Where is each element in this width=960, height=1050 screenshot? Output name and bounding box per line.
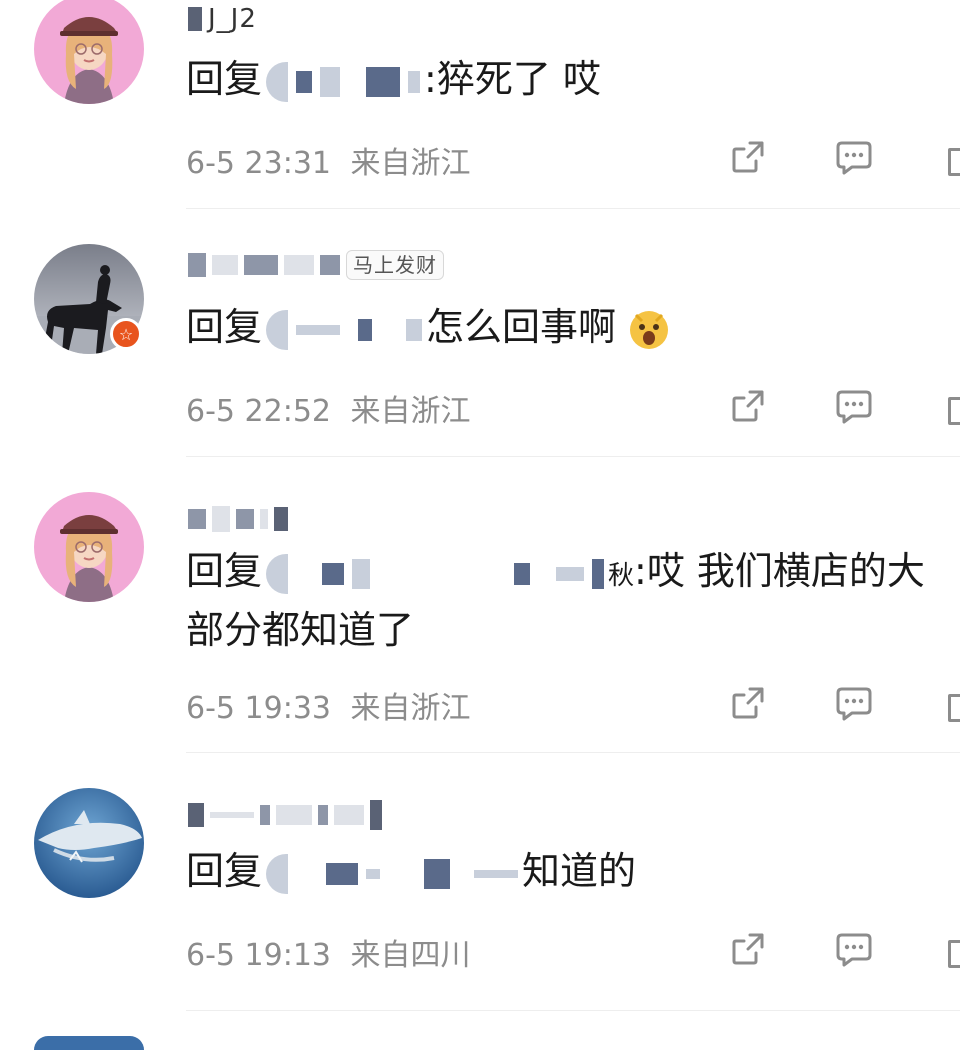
reply-prefix: 回复 — [186, 849, 263, 893]
comment-icon[interactable] — [834, 683, 874, 723]
avatar[interactable] — [34, 492, 144, 602]
share-icon[interactable] — [728, 929, 768, 969]
like-icon[interactable] — [948, 397, 960, 425]
comment-meta: 6-5 22:52 来自浙江 — [186, 386, 471, 430]
comment-time: 6-5 19:33 — [186, 691, 331, 726]
divider — [186, 208, 960, 209]
divider — [186, 752, 960, 753]
comment-location: 来自浙江 — [350, 146, 471, 181]
reply-text: 知道的 — [522, 849, 637, 893]
avatar[interactable] — [34, 1036, 144, 1050]
avatar-girl-image — [34, 492, 144, 602]
username-text: J_J2 — [208, 4, 257, 34]
comment-meta: 6-5 23:31 来自浙江 — [186, 138, 471, 182]
comment-time: 6-5 23:31 — [186, 146, 331, 181]
reply-text-continued: 部分都知道了 — [186, 608, 415, 652]
comment-text: 回复 知道的 — [186, 844, 960, 898]
share-icon[interactable] — [728, 683, 768, 723]
username[interactable] — [188, 800, 382, 830]
comment-meta: 6-5 19:13 来自四川 — [186, 930, 471, 974]
comment-icon[interactable] — [834, 386, 874, 426]
divider — [186, 1010, 960, 1011]
comment-text: 回复 怎么回事啊 — [186, 300, 960, 354]
comment-icon[interactable] — [834, 929, 874, 969]
comment-meta: 6-5 19:33 来自浙江 — [186, 683, 471, 727]
reply-name-fragment: 秋 — [608, 561, 635, 591]
comment-text: 回复 秋:哎 我们横店的大 部分都知道了 — [186, 544, 960, 657]
comment-actions — [728, 386, 874, 426]
user-tag: 马上发财 — [346, 250, 444, 280]
avatar[interactable] — [34, 788, 144, 898]
share-icon[interactable] — [728, 137, 768, 177]
reply-text: 怎么回事啊 — [426, 305, 617, 349]
like-icon[interactable] — [948, 940, 960, 968]
verified-badge-icon: ☆ — [110, 318, 142, 350]
comment-location: 来自浙江 — [350, 394, 471, 429]
comment-actions — [728, 683, 874, 723]
avatar-girl-image — [34, 0, 144, 104]
share-icon[interactable] — [728, 386, 768, 426]
username[interactable]: 马上发财 — [188, 250, 444, 280]
comment-location: 来自四川 — [350, 938, 471, 973]
comment-location: 来自浙江 — [350, 691, 471, 726]
comment-text: 回复 :猝死了 哎 — [186, 52, 960, 106]
divider — [186, 456, 960, 457]
comment-icon[interactable] — [834, 137, 874, 177]
username[interactable] — [188, 506, 288, 532]
avatar[interactable] — [34, 0, 144, 104]
reply-text: :猝死了 哎 — [424, 57, 601, 101]
reply-prefix: 回复 — [186, 305, 263, 349]
comment-actions — [728, 137, 874, 177]
comment-time: 6-5 19:13 — [186, 938, 331, 973]
reply-text: :哎 我们横店的大 — [634, 549, 925, 593]
comment-actions — [728, 929, 874, 969]
username[interactable]: J_J2 — [188, 4, 257, 34]
comment-time: 6-5 22:52 — [186, 394, 331, 429]
reply-prefix: 回复 — [186, 549, 263, 593]
avatar-shark-image — [34, 788, 144, 898]
like-icon[interactable] — [948, 148, 960, 176]
like-icon[interactable] — [948, 694, 960, 722]
reply-prefix: 回复 — [186, 57, 263, 101]
surprised-face-emoji — [630, 310, 669, 349]
